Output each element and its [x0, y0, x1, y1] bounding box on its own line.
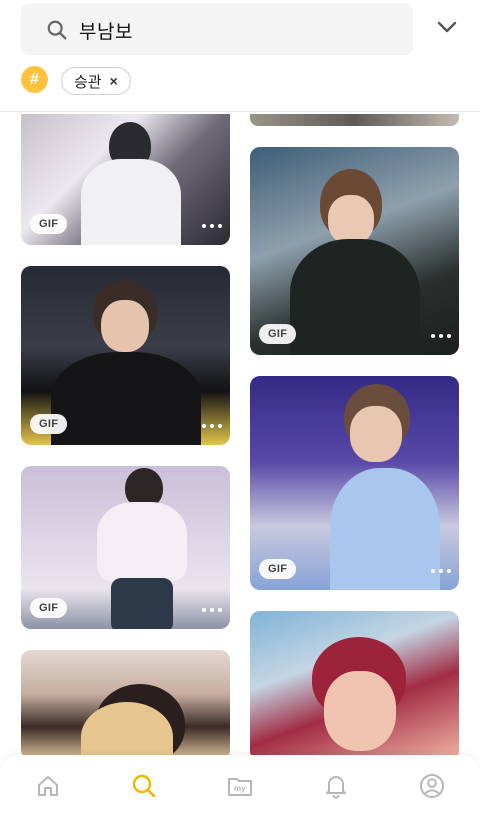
image-subject-legs — [111, 578, 173, 629]
result-card[interactable]: GIF — [250, 147, 459, 355]
bottom-nav: my — [0, 755, 480, 817]
hashtag-badge: # — [21, 66, 48, 93]
image-subject-body — [97, 502, 187, 582]
result-card[interactable]: GIF — [21, 114, 230, 245]
nav-my-label: my — [234, 784, 246, 793]
folder-my-icon: my — [228, 778, 252, 796]
more-options-icon[interactable] — [202, 424, 222, 428]
more-options-icon[interactable] — [202, 224, 222, 228]
close-icon[interactable]: × — [110, 73, 118, 89]
header: 부남보 # 승관 × — [0, 0, 480, 112]
gif-badge: GIF — [30, 414, 68, 434]
search-icon — [47, 20, 67, 40]
gif-badge: GIF — [30, 214, 68, 234]
search-field[interactable]: 부남보 — [21, 3, 413, 55]
result-card[interactable] — [250, 114, 459, 126]
image-subject-body — [330, 468, 440, 590]
nav-home[interactable] — [28, 766, 68, 806]
image-subject-face — [101, 300, 149, 352]
tag-chip-seungkwan[interactable]: 승관 × — [61, 67, 131, 95]
more-options-icon[interactable] — [202, 608, 222, 612]
search-icon — [132, 774, 156, 798]
bell-icon — [326, 776, 346, 799]
image-subject-face — [324, 671, 396, 751]
result-card[interactable]: GIF — [21, 466, 230, 629]
result-card[interactable]: GIF — [250, 376, 459, 590]
chevron-down-icon[interactable] — [434, 15, 460, 39]
result-card[interactable] — [21, 650, 230, 760]
tag-chip-label: 승관 — [74, 73, 102, 91]
search-query-text: 부남보 — [79, 22, 133, 43]
more-options-icon[interactable] — [431, 569, 451, 573]
user-icon — [420, 774, 444, 798]
image-subject-body — [290, 239, 420, 355]
nav-search[interactable] — [124, 766, 164, 806]
nav-notifications[interactable] — [316, 766, 356, 806]
image-subject-body — [81, 159, 181, 245]
gif-badge: GIF — [259, 559, 297, 579]
nav-profile[interactable] — [412, 766, 452, 806]
image-subject-face — [328, 195, 374, 245]
gif-badge: GIF — [30, 598, 68, 618]
nav-my[interactable]: my — [220, 766, 260, 806]
more-options-icon[interactable] — [431, 334, 451, 338]
gif-badge: GIF — [259, 324, 297, 344]
image-subject-face — [350, 406, 402, 462]
result-card[interactable]: GIF — [21, 266, 230, 445]
result-card[interactable] — [250, 611, 459, 761]
image-subject-body — [51, 352, 201, 445]
home-icon — [38, 776, 58, 796]
